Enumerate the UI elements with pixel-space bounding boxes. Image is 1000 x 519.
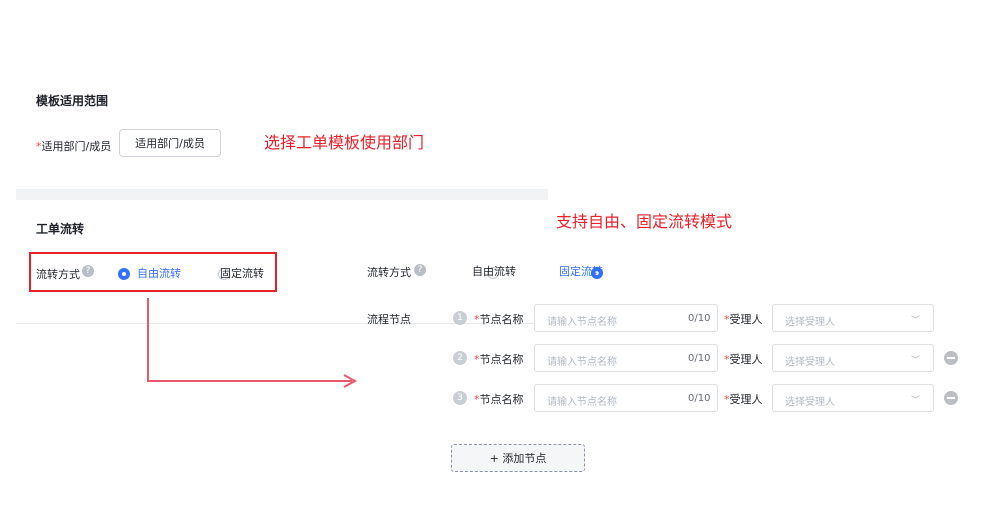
remove-node-button[interactable] [944, 391, 958, 405]
node-name-placeholder: 请输入节点名称 [547, 357, 617, 368]
chevron-down-icon: ﹀ [911, 396, 921, 406]
node-name-input[interactable]: 请输入节点名称 0/10 [534, 304, 718, 332]
node-name-label: *节点名称 [474, 353, 524, 366]
assignee-select[interactable]: 选择受理人 ﹀ [772, 304, 934, 332]
node-name-input[interactable]: 请输入节点名称 0/10 [534, 344, 718, 372]
char-counter: 0/10 [688, 313, 711, 324]
assignee-label-text: 受理人 [729, 353, 763, 366]
chevron-down-icon: ﹀ [911, 356, 921, 366]
node-name-label: *节点名称 [474, 313, 524, 326]
add-node-button[interactable]: + 添加节点 [451, 444, 585, 472]
assignee-label-text: 受理人 [729, 393, 763, 406]
remove-node-button[interactable] [944, 351, 958, 365]
assignee-select[interactable]: 选择受理人 ﹀ [772, 384, 934, 412]
node-name-label-text: 节点名称 [479, 353, 524, 366]
assignee-label-text: 受理人 [729, 313, 763, 326]
assignee-placeholder: 选择受理人 [785, 397, 835, 408]
node-index-badge: 3 [453, 391, 467, 405]
assignee-select[interactable]: 选择受理人 ﹀ [772, 344, 934, 372]
assignee-placeholder: 选择受理人 [785, 317, 835, 328]
assignee-placeholder: 选择受理人 [785, 357, 835, 368]
node-name-input[interactable]: 请输入节点名称 0/10 [534, 384, 718, 412]
node-index-badge: 1 [453, 311, 467, 325]
right-flow-mode-label: 流转方式 [367, 266, 411, 279]
node-name-placeholder: 请输入节点名称 [547, 317, 617, 328]
arrow-connector [147, 298, 358, 388]
flow-nodes-label: 流程节点 [367, 313, 411, 326]
char-counter: 0/10 [688, 353, 711, 364]
node-name-placeholder: 请输入节点名称 [547, 397, 617, 408]
help-icon[interactable]: ? [414, 264, 426, 276]
screenshot-canvas: 模板适用范围 *适用部门/成员 适用部门/成员 选择工单模板使用部门 工单流转 … [0, 0, 1000, 519]
assignee-label: *受理人 [724, 353, 763, 366]
chevron-down-icon: ﹀ [911, 316, 921, 326]
node-name-label-text: 节点名称 [479, 313, 524, 326]
node-name-label-text: 节点名称 [479, 393, 524, 406]
right-radio-free-flow-label[interactable]: 自由流转 [472, 263, 516, 279]
node-name-label: *节点名称 [474, 393, 524, 406]
node-index-badge: 2 [453, 351, 467, 365]
assignee-label: *受理人 [724, 313, 763, 326]
assignee-label: *受理人 [724, 393, 763, 406]
right-radio-fixed-flow-label[interactable]: 固定流转 [559, 263, 603, 279]
char-counter: 0/10 [688, 393, 711, 404]
